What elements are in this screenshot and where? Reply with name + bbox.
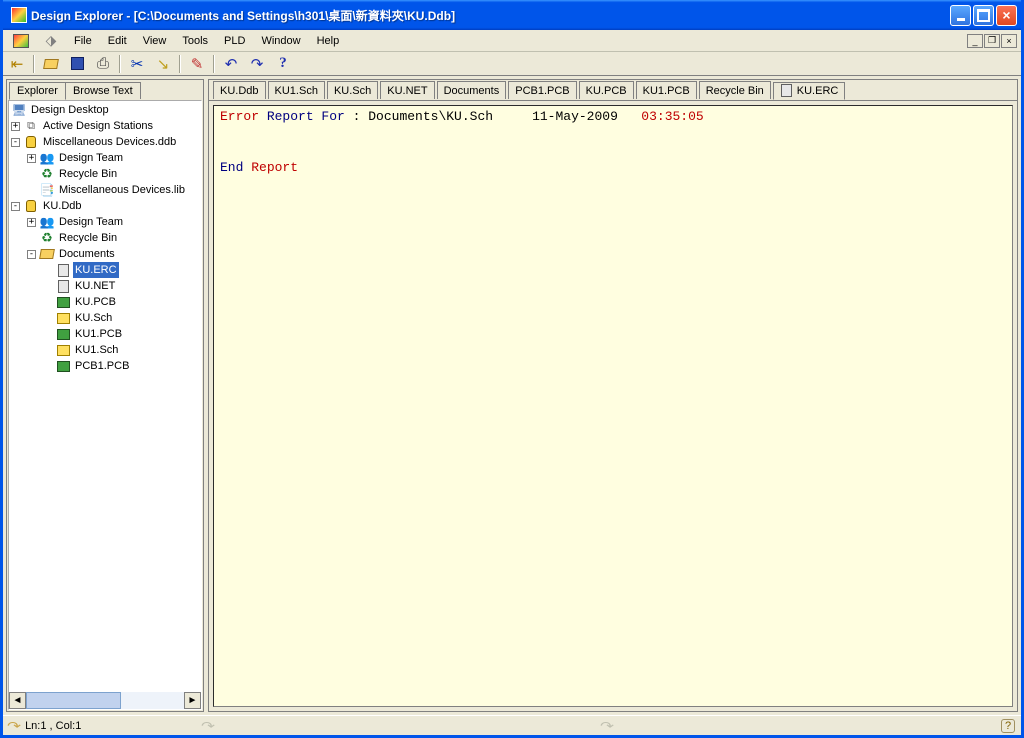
tree-view[interactable]: 🖥Design Desktop +⧉Active Design Stations… [8,100,202,710]
explorer-tabs: Explorer Browse Text [7,80,203,99]
tree-misc-lib[interactable]: 📑Miscellaneous Devices.lib [9,182,201,198]
file-icon [780,85,794,97]
toolbar: ⇤ ⎙ ✂ ↘ ✎ ↶ ↷ ? [3,52,1021,76]
tab-ku1-pcb[interactable]: KU1.PCB [636,81,697,99]
app-name: Design Explorer [31,9,123,23]
undo-button[interactable]: ↶ [221,54,241,74]
tree-collapse-button[interactable]: ⇤ [7,54,27,74]
text-editor[interactable]: Error Report For : Documents\KU.Sch 11-M… [213,105,1013,707]
tree-ku-docs[interactable]: -Documents [9,246,201,262]
arrow-button[interactable]: ↘ [153,54,173,74]
menu-tools[interactable]: Tools [175,33,215,49]
titlebar: Design Explorer - [C:\Documents and Sett… [3,0,1021,30]
tree-misc-recycle[interactable]: ♻Recycle Bin [9,166,201,182]
menu-view[interactable]: View [136,33,174,49]
collapse-icon[interactable]: - [11,202,20,211]
minimize-button[interactable] [950,5,971,26]
tree-misc-team[interactable]: +👥Design Team [9,150,201,166]
tree-doc-net[interactable]: KU.NET [9,278,201,294]
expand-icon[interactable]: + [27,218,36,227]
open-button[interactable] [41,54,61,74]
maximize-button[interactable] [973,5,994,26]
status-arrow-icon: ↷ [600,719,614,733]
cut-button[interactable]: ✂ [127,54,147,74]
menu-window[interactable]: Window [254,33,307,49]
tab-ku-ddb[interactable]: KU.Ddb [213,81,266,99]
close-button[interactable]: × [996,5,1017,26]
tree-misc-ddb[interactable]: -Miscellaneous Devices.ddb [9,134,201,150]
save-button[interactable] [67,54,87,74]
mdi-restore-button[interactable]: ❐ [984,34,1000,48]
status-help-icon[interactable]: ? [1001,719,1015,733]
tab-pcb1-pcb[interactable]: PCB1.PCB [508,81,576,99]
scroll-left-button[interactable]: ◄ [9,692,26,709]
report-path: : Documents\KU.Sch 11-May-2009 [345,109,641,124]
report-end2: Report [251,160,298,175]
menu-icon-2[interactable]: ⬗ [37,32,65,50]
expand-icon[interactable]: + [27,154,36,163]
menubar: ⬗ File Edit View Tools PLD Window Help _… [3,30,1021,52]
tree-ku-ddb[interactable]: -KU.Ddb [9,198,201,214]
tree-doc-pcb1a[interactable]: PCB1.PCB [9,358,201,374]
scroll-thumb[interactable] [26,692,121,709]
tree-doc-sch1[interactable]: KU1.Sch [9,342,201,358]
tab-ku-erc[interactable]: KU.ERC [773,82,846,100]
print-button[interactable]: ⎙ [93,54,113,74]
status-arrow-icon: ↷ [7,719,21,733]
menu-icon-1[interactable] [7,32,35,50]
menu-pld[interactable]: PLD [217,33,252,49]
statusbar: ↷ Ln:1 , Col:1 ↷ ↷ ? [3,715,1021,735]
mdi-close-button[interactable]: × [1001,34,1017,48]
window-title: Design Explorer - [C:\Documents and Sett… [31,7,455,24]
help-button[interactable]: ? [273,54,293,74]
menu-edit[interactable]: Edit [101,33,134,49]
tree-doc-pcb1[interactable]: KU1.PCB [9,326,201,342]
scroll-right-button[interactable]: ► [184,692,201,709]
collapse-icon[interactable]: - [11,138,20,147]
report-end: End [220,160,251,175]
report-error: Error [220,109,259,124]
explorer-panel: Explorer Browse Text 🖥Design Desktop +⧉A… [6,79,204,712]
status-position: Ln:1 , Col:1 [25,720,81,732]
redo-button[interactable]: ↷ [247,54,267,74]
tree-hscrollbar[interactable]: ◄ ► [9,692,201,709]
document-tabs: KU.Ddb KU1.Sch KU.Sch KU.NET Documents P… [209,80,1017,101]
document-panel: KU.Ddb KU1.Sch KU.Sch KU.NET Documents P… [208,79,1018,712]
content-area: Explorer Browse Text 🖥Design Desktop +⧉A… [3,76,1021,715]
brush-button[interactable]: ✎ [187,54,207,74]
report-for: Report For [259,109,345,124]
tree-ku-recycle[interactable]: ♻Recycle Bin [9,230,201,246]
menu-help[interactable]: Help [310,33,347,49]
expand-icon[interactable]: + [11,122,20,131]
tree-root[interactable]: 🖥Design Desktop [9,102,201,118]
tab-ku-pcb[interactable]: KU.PCB [579,81,634,99]
tab-documents[interactable]: Documents [437,81,507,99]
tree-doc-sch[interactable]: KU.Sch [9,310,201,326]
app-icon [11,7,27,23]
report-time: 03:35:05 [641,109,703,124]
collapse-icon[interactable]: - [27,250,36,259]
tree-stations[interactable]: +⧉Active Design Stations [9,118,201,134]
app-window: Design Explorer - [C:\Documents and Sett… [0,0,1024,738]
doc-path: [C:\Documents and Settings\h301\桌面\新資料夾\… [134,9,455,23]
tree-ku-team[interactable]: +👥Design Team [9,214,201,230]
mdi-minimize-button[interactable]: _ [967,34,983,48]
tab-explorer[interactable]: Explorer [9,82,66,100]
tab-ku1-sch[interactable]: KU1.Sch [268,81,325,99]
tree-doc-pcb[interactable]: KU.PCB [9,294,201,310]
tab-browse-text[interactable]: Browse Text [65,82,141,99]
tab-recycle-bin[interactable]: Recycle Bin [699,81,771,99]
menu-file[interactable]: File [67,33,99,49]
tab-ku-sch[interactable]: KU.Sch [327,81,378,99]
tab-ku-net[interactable]: KU.NET [380,81,434,99]
tree-doc-erc[interactable]: KU.ERC [9,262,201,278]
status-arrow-icon: ↷ [201,719,215,733]
